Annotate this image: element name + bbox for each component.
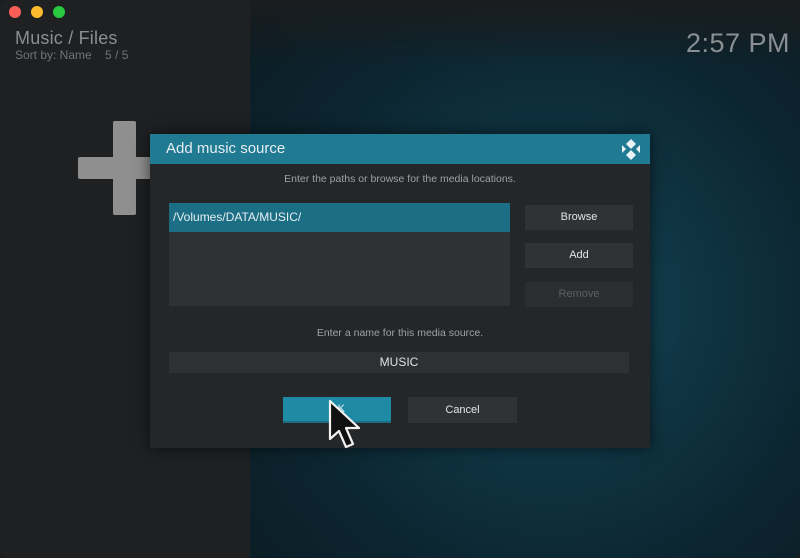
maximize-window-button[interactable] (53, 6, 65, 18)
dialog-title: Add music source (166, 140, 286, 157)
path-item[interactable]: /Volumes/DATA/MUSIC/ (169, 203, 510, 232)
browse-button[interactable]: Browse (525, 205, 633, 230)
kodi-logo-icon (622, 139, 640, 160)
name-hint: Enter a name for this media source. (316, 327, 484, 339)
page-title: Music / Files (15, 28, 118, 48)
dialog-header: Add music source (150, 134, 650, 164)
close-window-button[interactable] (9, 6, 21, 18)
item-count: 5 / 5 (105, 48, 129, 62)
mouse-cursor-icon (328, 399, 361, 449)
sort-label: Sort by: Name (15, 48, 92, 62)
add-button[interactable]: Add (525, 243, 633, 268)
paths-hint: Enter the paths or browse for the media … (284, 173, 516, 185)
source-name-input[interactable]: MUSIC (169, 352, 629, 373)
add-source-dialog: Add music source Enter the paths or brow… (150, 134, 650, 448)
cancel-button[interactable]: Cancel (408, 397, 517, 423)
remove-button[interactable]: Remove (525, 282, 633, 307)
clock: 2:57 PM (685, 28, 790, 58)
sort-info: Sort by: Name 5 / 5 (15, 48, 128, 62)
minimize-window-button[interactable] (31, 6, 43, 18)
kodi-window: Music / Files Sort by: Name 5 / 5 2:57 P… (0, 0, 800, 558)
path-list[interactable]: /Volumes/DATA/MUSIC/ (169, 203, 510, 306)
